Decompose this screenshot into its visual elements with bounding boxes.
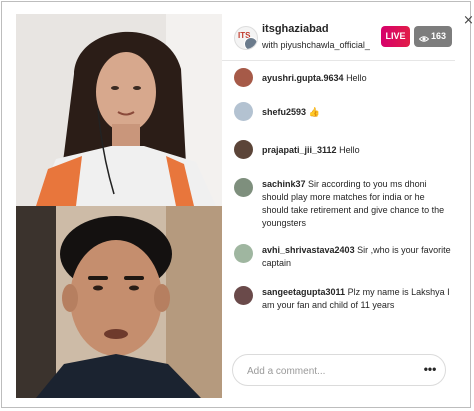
- live-header: ITS itsghaziabad with piyushchawla_offic…: [222, 14, 455, 61]
- comment-composer: •••: [232, 354, 446, 386]
- host-username[interactable]: itsghaziabad: [262, 23, 329, 35]
- comment-username[interactable]: shefu2593: [262, 107, 306, 117]
- comment-username[interactable]: sachink37: [262, 179, 306, 189]
- comment-text: avhi_shrivastava2403 Sir ,who is your fa…: [262, 244, 452, 270]
- guest-mini-avatar: [244, 37, 257, 49]
- with-guest-text[interactable]: with piyushchawla_official_: [262, 40, 370, 50]
- live-side-panel: ITS itsghaziabad with piyushchawla_offic…: [222, 14, 455, 398]
- commenter-avatar[interactable]: [234, 286, 253, 305]
- commenter-avatar[interactable]: [234, 244, 253, 263]
- comment-text: prajapati_jii_3112 Hello: [262, 144, 452, 157]
- close-icon[interactable]: ×: [463, 14, 474, 27]
- commenter-avatar[interactable]: [234, 102, 253, 121]
- comment-text: sangeetagupta3011 Plz my name is Lakshya…: [262, 286, 452, 312]
- viewer-count: 163: [431, 31, 447, 41]
- thumbs-up-icon: 👍: [308, 107, 320, 117]
- commenter-avatar[interactable]: [234, 68, 253, 87]
- live-video: [16, 14, 222, 398]
- comment-list: ayushri.gupta.9634 Hello shefu2593 👍 pra…: [222, 60, 455, 352]
- comment-text: ayushri.gupta.9634 Hello: [262, 72, 452, 85]
- eye-icon: [418, 31, 430, 52]
- commenter-avatar[interactable]: [234, 140, 253, 159]
- comment-username[interactable]: prajapati_jii_3112: [262, 145, 337, 155]
- comment-text: shefu2593 👍: [262, 106, 452, 119]
- comment-input[interactable]: [245, 362, 419, 380]
- guest-video-feed: [16, 14, 222, 206]
- comment-body: Hello: [346, 73, 367, 83]
- comment-username[interactable]: sangeetagupta3011: [262, 287, 345, 297]
- host-avatar[interactable]: ITS: [234, 26, 258, 50]
- more-options-button[interactable]: •••: [421, 362, 439, 378]
- live-badge: LIVE: [381, 26, 410, 47]
- comment-username[interactable]: ayushri.gupta.9634: [262, 73, 344, 83]
- host-video-feed: [16, 206, 222, 398]
- comment-username[interactable]: avhi_shrivastava2403: [262, 245, 355, 255]
- viewer-count-badge: 163: [414, 26, 452, 47]
- comment-body: Hello: [339, 145, 360, 155]
- comment-text: sachink37 Sir according to you ms dhoni …: [262, 178, 452, 230]
- commenter-avatar[interactable]: [234, 178, 253, 197]
